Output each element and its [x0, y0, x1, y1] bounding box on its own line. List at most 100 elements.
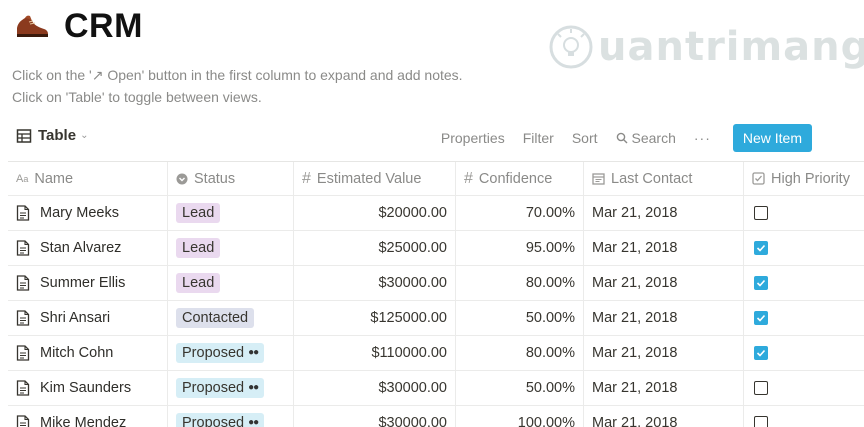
status-tag-label: Proposed	[182, 415, 245, 427]
status-tag: Proposed ●●	[176, 378, 265, 398]
column-header-last-contact-label: Last Contact	[611, 170, 693, 187]
confidence-cell[interactable]: 80.00%	[456, 336, 584, 370]
high-priority-checkbox[interactable]	[754, 381, 768, 395]
name-text: Mary Meeks	[40, 205, 119, 221]
last-contact-cell[interactable]: Mar 21, 2018	[584, 336, 744, 370]
estimated-value-cell[interactable]: $30000.00	[294, 266, 456, 300]
watermark: uantrimang	[548, 24, 864, 70]
column-header-last-contact[interactable]: Last Contact	[584, 162, 744, 195]
high-priority-checkbox[interactable]	[754, 311, 768, 325]
page-icon	[16, 275, 30, 291]
last-contact-cell[interactable]: Mar 21, 2018	[584, 301, 744, 335]
new-item-button[interactable]: New Item	[732, 124, 812, 152]
name-cell[interactable]: Mary Meeks	[8, 196, 168, 230]
column-header-status-label: Status	[194, 170, 236, 187]
column-header-high-priority-label: High Priority	[771, 170, 850, 187]
page-title: CRM	[64, 6, 143, 45]
view-toggle-label: Table	[38, 127, 77, 144]
table-icon	[16, 128, 32, 143]
name-cell[interactable]: Mitch Cohn	[8, 336, 168, 370]
status-tag: Lead	[176, 203, 221, 223]
toolbar-actions: Properties Filter Sort Search ··· New It…	[423, 122, 812, 154]
status-cell[interactable]: Proposed ●●	[168, 406, 294, 427]
high-priority-checkbox[interactable]	[754, 346, 768, 360]
page-icon	[16, 415, 30, 427]
name-cell[interactable]: Shri Ansari	[8, 301, 168, 335]
name-cell[interactable]: Stan Alvarez	[8, 231, 168, 265]
last-contact-cell[interactable]: Mar 21, 2018	[584, 196, 744, 230]
high-priority-cell	[744, 336, 864, 370]
filter-button[interactable]: Filter	[523, 130, 554, 146]
status-tag: Proposed ●●	[176, 413, 265, 427]
estimated-value-cell[interactable]: $30000.00	[294, 371, 456, 405]
high-priority-checkbox[interactable]	[754, 276, 768, 290]
page-icon	[16, 240, 30, 256]
name-cell[interactable]: Summer Ellis	[8, 266, 168, 300]
last-contact-cell[interactable]: Mar 21, 2018	[584, 266, 744, 300]
table-row[interactable]: Mary Meeks Lead $20000.00 70.00% Mar 21, 201…	[8, 196, 864, 231]
column-header-confidence[interactable]: # Confidence	[456, 162, 584, 195]
name-text: Kim Saunders	[40, 380, 132, 396]
table-row[interactable]: Mike Mendez Proposed ●● $30000.00 100.00% Mar…	[8, 406, 864, 427]
high-priority-cell	[744, 406, 864, 427]
table-toolbar: Table ⌄ Properties Filter Sort Search ··…	[0, 122, 864, 154]
column-header-name[interactable]: Aa Name	[8, 162, 168, 195]
number-property-icon: #	[464, 169, 473, 187]
last-contact-cell[interactable]: Mar 21, 2018	[584, 371, 744, 405]
last-contact-cell[interactable]: Mar 21, 2018	[584, 406, 744, 427]
more-options-button[interactable]: ···	[694, 130, 711, 146]
status-cell[interactable]: Lead	[168, 266, 294, 300]
eyes-emoji-icon: ●●	[248, 382, 259, 393]
sort-button[interactable]: Sort	[572, 130, 598, 146]
checkbox-property-icon	[752, 172, 765, 185]
name-cell[interactable]: Kim Saunders	[8, 371, 168, 405]
confidence-cell[interactable]: 80.00%	[456, 266, 584, 300]
table-row[interactable]: Kim Saunders Proposed ●● $30000.00 50.00% Mar…	[8, 371, 864, 406]
table-row[interactable]: Stan Alvarez Lead $25000.00 95.00% Mar 21, 2…	[8, 231, 864, 266]
properties-button[interactable]: Properties	[441, 130, 505, 146]
column-header-status[interactable]: Status	[168, 162, 294, 195]
search-button[interactable]: Search	[616, 130, 676, 146]
text-property-icon: Aa	[16, 172, 29, 185]
estimated-value-cell[interactable]: $25000.00	[294, 231, 456, 265]
table-header-row: Aa Name Status # Estimated Value # Confi…	[8, 162, 864, 196]
estimated-value-cell[interactable]: $125000.00	[294, 301, 456, 335]
table-row[interactable]: Mitch Cohn Proposed ●● $110000.00 80.00% Mar …	[8, 336, 864, 371]
confidence-cell[interactable]: 100.00%	[456, 406, 584, 427]
column-header-high-priority[interactable]: High Priority	[744, 162, 864, 195]
table-row[interactable]: Shri Ansari Contacted $125000.00 50.00% Mar …	[8, 301, 864, 336]
status-tag-label: Lead	[182, 240, 215, 256]
page-description: Click on the '↗ Open' button in the firs…	[12, 64, 463, 108]
page-icon	[16, 345, 30, 361]
name-text: Shri Ansari	[40, 310, 111, 326]
estimated-value-cell[interactable]: $20000.00	[294, 196, 456, 230]
status-tag: Lead	[176, 273, 221, 293]
watermark-text: uantrimang	[598, 24, 864, 70]
crm-table: Aa Name Status # Estimated Value # Confi…	[8, 161, 864, 427]
confidence-cell[interactable]: 95.00%	[456, 231, 584, 265]
status-tag-label: Proposed	[182, 380, 245, 396]
table-body: Mary Meeks Lead $20000.00 70.00% Mar 21, 201…	[8, 196, 864, 427]
estimated-value-cell[interactable]: $30000.00	[294, 406, 456, 427]
status-cell[interactable]: Lead	[168, 231, 294, 265]
high-priority-checkbox[interactable]	[754, 206, 768, 220]
view-toggle-button[interactable]: Table ⌄	[16, 127, 88, 144]
calendar-icon	[592, 172, 605, 185]
status-cell[interactable]: Contacted	[168, 301, 294, 335]
estimated-value-cell[interactable]: $110000.00	[294, 336, 456, 370]
table-row[interactable]: Summer Ellis Lead $30000.00 80.00% Mar 21, 2…	[8, 266, 864, 301]
name-text: Mitch Cohn	[40, 345, 114, 361]
high-priority-checkbox[interactable]	[754, 416, 768, 427]
high-priority-checkbox[interactable]	[754, 241, 768, 255]
column-header-estimated-value[interactable]: # Estimated Value	[294, 162, 456, 195]
number-property-icon: #	[302, 169, 311, 187]
last-contact-cell[interactable]: Mar 21, 2018	[584, 231, 744, 265]
name-cell[interactable]: Mike Mendez	[8, 406, 168, 427]
confidence-cell[interactable]: 70.00%	[456, 196, 584, 230]
high-priority-cell	[744, 231, 864, 265]
confidence-cell[interactable]: 50.00%	[456, 371, 584, 405]
status-cell[interactable]: Lead	[168, 196, 294, 230]
confidence-cell[interactable]: 50.00%	[456, 301, 584, 335]
status-cell[interactable]: Proposed ●●	[168, 371, 294, 405]
status-cell[interactable]: Proposed ●●	[168, 336, 294, 370]
